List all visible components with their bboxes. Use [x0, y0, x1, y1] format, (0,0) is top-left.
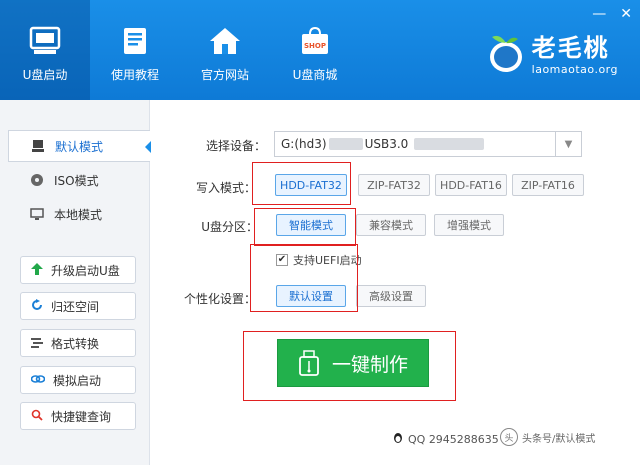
write-mode-zip-fat32[interactable]: ZIP-FAT32 — [358, 174, 430, 196]
nav-tutorial[interactable]: 使用教程 — [90, 0, 180, 100]
partition-label: U盘分区： — [201, 220, 258, 234]
shop-bag-icon: SHOP — [298, 26, 332, 56]
device-value-mid: USB3.0 — [364, 137, 409, 151]
simulate-boot-button[interactable]: 模拟启动 — [20, 366, 136, 394]
usb-drive-icon — [28, 26, 62, 56]
highlight-box-uefi-personalize — [250, 244, 358, 312]
one-click-make-label: 一键制作 — [331, 353, 408, 376]
chevron-down-icon[interactable]: ▼ — [555, 132, 581, 156]
device-value-prefix: G:(hd3) — [281, 137, 327, 151]
minimize-button[interactable]: — — [592, 6, 606, 22]
brand-url: laomaotao.org — [531, 63, 618, 76]
shop-badge: SHOP — [304, 42, 326, 50]
peach-logo-icon — [489, 35, 522, 72]
partition-compat-mode[interactable]: 兼容模式 — [356, 214, 426, 236]
brand-title: 老毛桃 — [531, 34, 610, 62]
write-mode-hdd-fat16[interactable]: HDD-FAT16 — [435, 174, 507, 196]
personalize-label: 个性化设置： — [183, 292, 256, 306]
highlight-box-partition — [254, 208, 356, 246]
nav-usb-boot[interactable]: U盘启动 — [0, 0, 90, 100]
window-controls: — ✕ — [592, 6, 632, 22]
upgrade-usb-label: 升级启动U盘 — [51, 263, 120, 278]
home-icon — [208, 26, 242, 56]
sidebar: 默认模式 ISO模式 本地模式 升级启动U盘 归还空间 格式转换 模拟启动 快捷… — [0, 100, 151, 465]
highlight-box-write-mode — [252, 162, 351, 205]
simulate-boot-label: 模拟启动 — [53, 373, 102, 388]
mode-iso-label: ISO模式 — [54, 173, 99, 188]
watermark: 头 头条号/默认模式 — [500, 426, 638, 448]
mode-default[interactable]: 默认模式 — [8, 130, 151, 162]
qq-penguin-icon — [392, 432, 404, 447]
redacted-text — [414, 138, 485, 150]
write-mode-label: 写入模式： — [195, 181, 256, 195]
book-icon — [118, 26, 152, 56]
disc-icon — [30, 173, 44, 187]
nav-usb-boot-label: U盘启动 — [22, 68, 68, 82]
refresh-icon — [31, 298, 43, 314]
hotkey-lookup-button[interactable]: 快捷键查询 — [20, 402, 136, 430]
restore-space-button[interactable]: 归还空间 — [20, 292, 136, 320]
personalize-advanced[interactable]: 高级设置 — [356, 285, 426, 307]
watermark-logo-icon: 头 — [500, 428, 518, 446]
nav-usb-shop-label: U盘商城 — [292, 68, 338, 82]
search-icon — [31, 409, 43, 424]
device-select[interactable]: G:(hd3) USB3.0 ▼ — [274, 131, 582, 157]
hotkey-lookup-label: 快捷键查询 — [51, 409, 112, 424]
watermark-text: 头条号/默认模式 — [522, 433, 596, 445]
upgrade-usb-button[interactable]: 升级启动U盘 — [20, 256, 136, 284]
arrow-up-icon — [31, 262, 43, 278]
nav-official-site[interactable]: 官方网站 — [180, 0, 270, 100]
mode-default-label: 默认模式 — [55, 139, 104, 154]
nav-usb-shop[interactable]: SHOP U盘商城 — [270, 0, 360, 100]
write-mode-zip-fat16[interactable]: ZIP-FAT16 — [512, 174, 584, 196]
convert-icon — [31, 336, 43, 351]
footer-qq: QQ 2945288635 — [392, 432, 499, 447]
redacted-text — [328, 138, 363, 150]
mode-iso[interactable]: ISO模式 — [8, 164, 150, 196]
brand-logo: 老毛桃 laomaotao.org — [486, 28, 618, 76]
close-button[interactable]: ✕ — [620, 6, 632, 22]
mode-local-label: 本地模式 — [54, 207, 103, 222]
device-label: 选择设备： — [205, 139, 266, 153]
qq-text: QQ 2945288635 — [408, 433, 499, 446]
one-click-make-button[interactable]: 一键制作 — [277, 339, 429, 387]
nav-official-site-label: 官方网站 — [200, 68, 249, 82]
usb-icon — [31, 139, 45, 153]
usb-stick-icon — [299, 350, 319, 376]
mode-local[interactable]: 本地模式 — [8, 198, 150, 230]
top-nav: U盘启动 使用教程 官方网站 SHOP U盘商城 — [0, 0, 360, 100]
format-convert-button[interactable]: 格式转换 — [20, 329, 136, 357]
format-convert-label: 格式转换 — [51, 336, 100, 351]
link-icon — [30, 373, 46, 388]
monitor-icon — [30, 207, 44, 221]
restore-space-label: 归还空间 — [51, 299, 100, 314]
nav-tutorial-label: 使用教程 — [110, 68, 159, 82]
partition-enhanced-mode[interactable]: 增强模式 — [434, 214, 504, 236]
